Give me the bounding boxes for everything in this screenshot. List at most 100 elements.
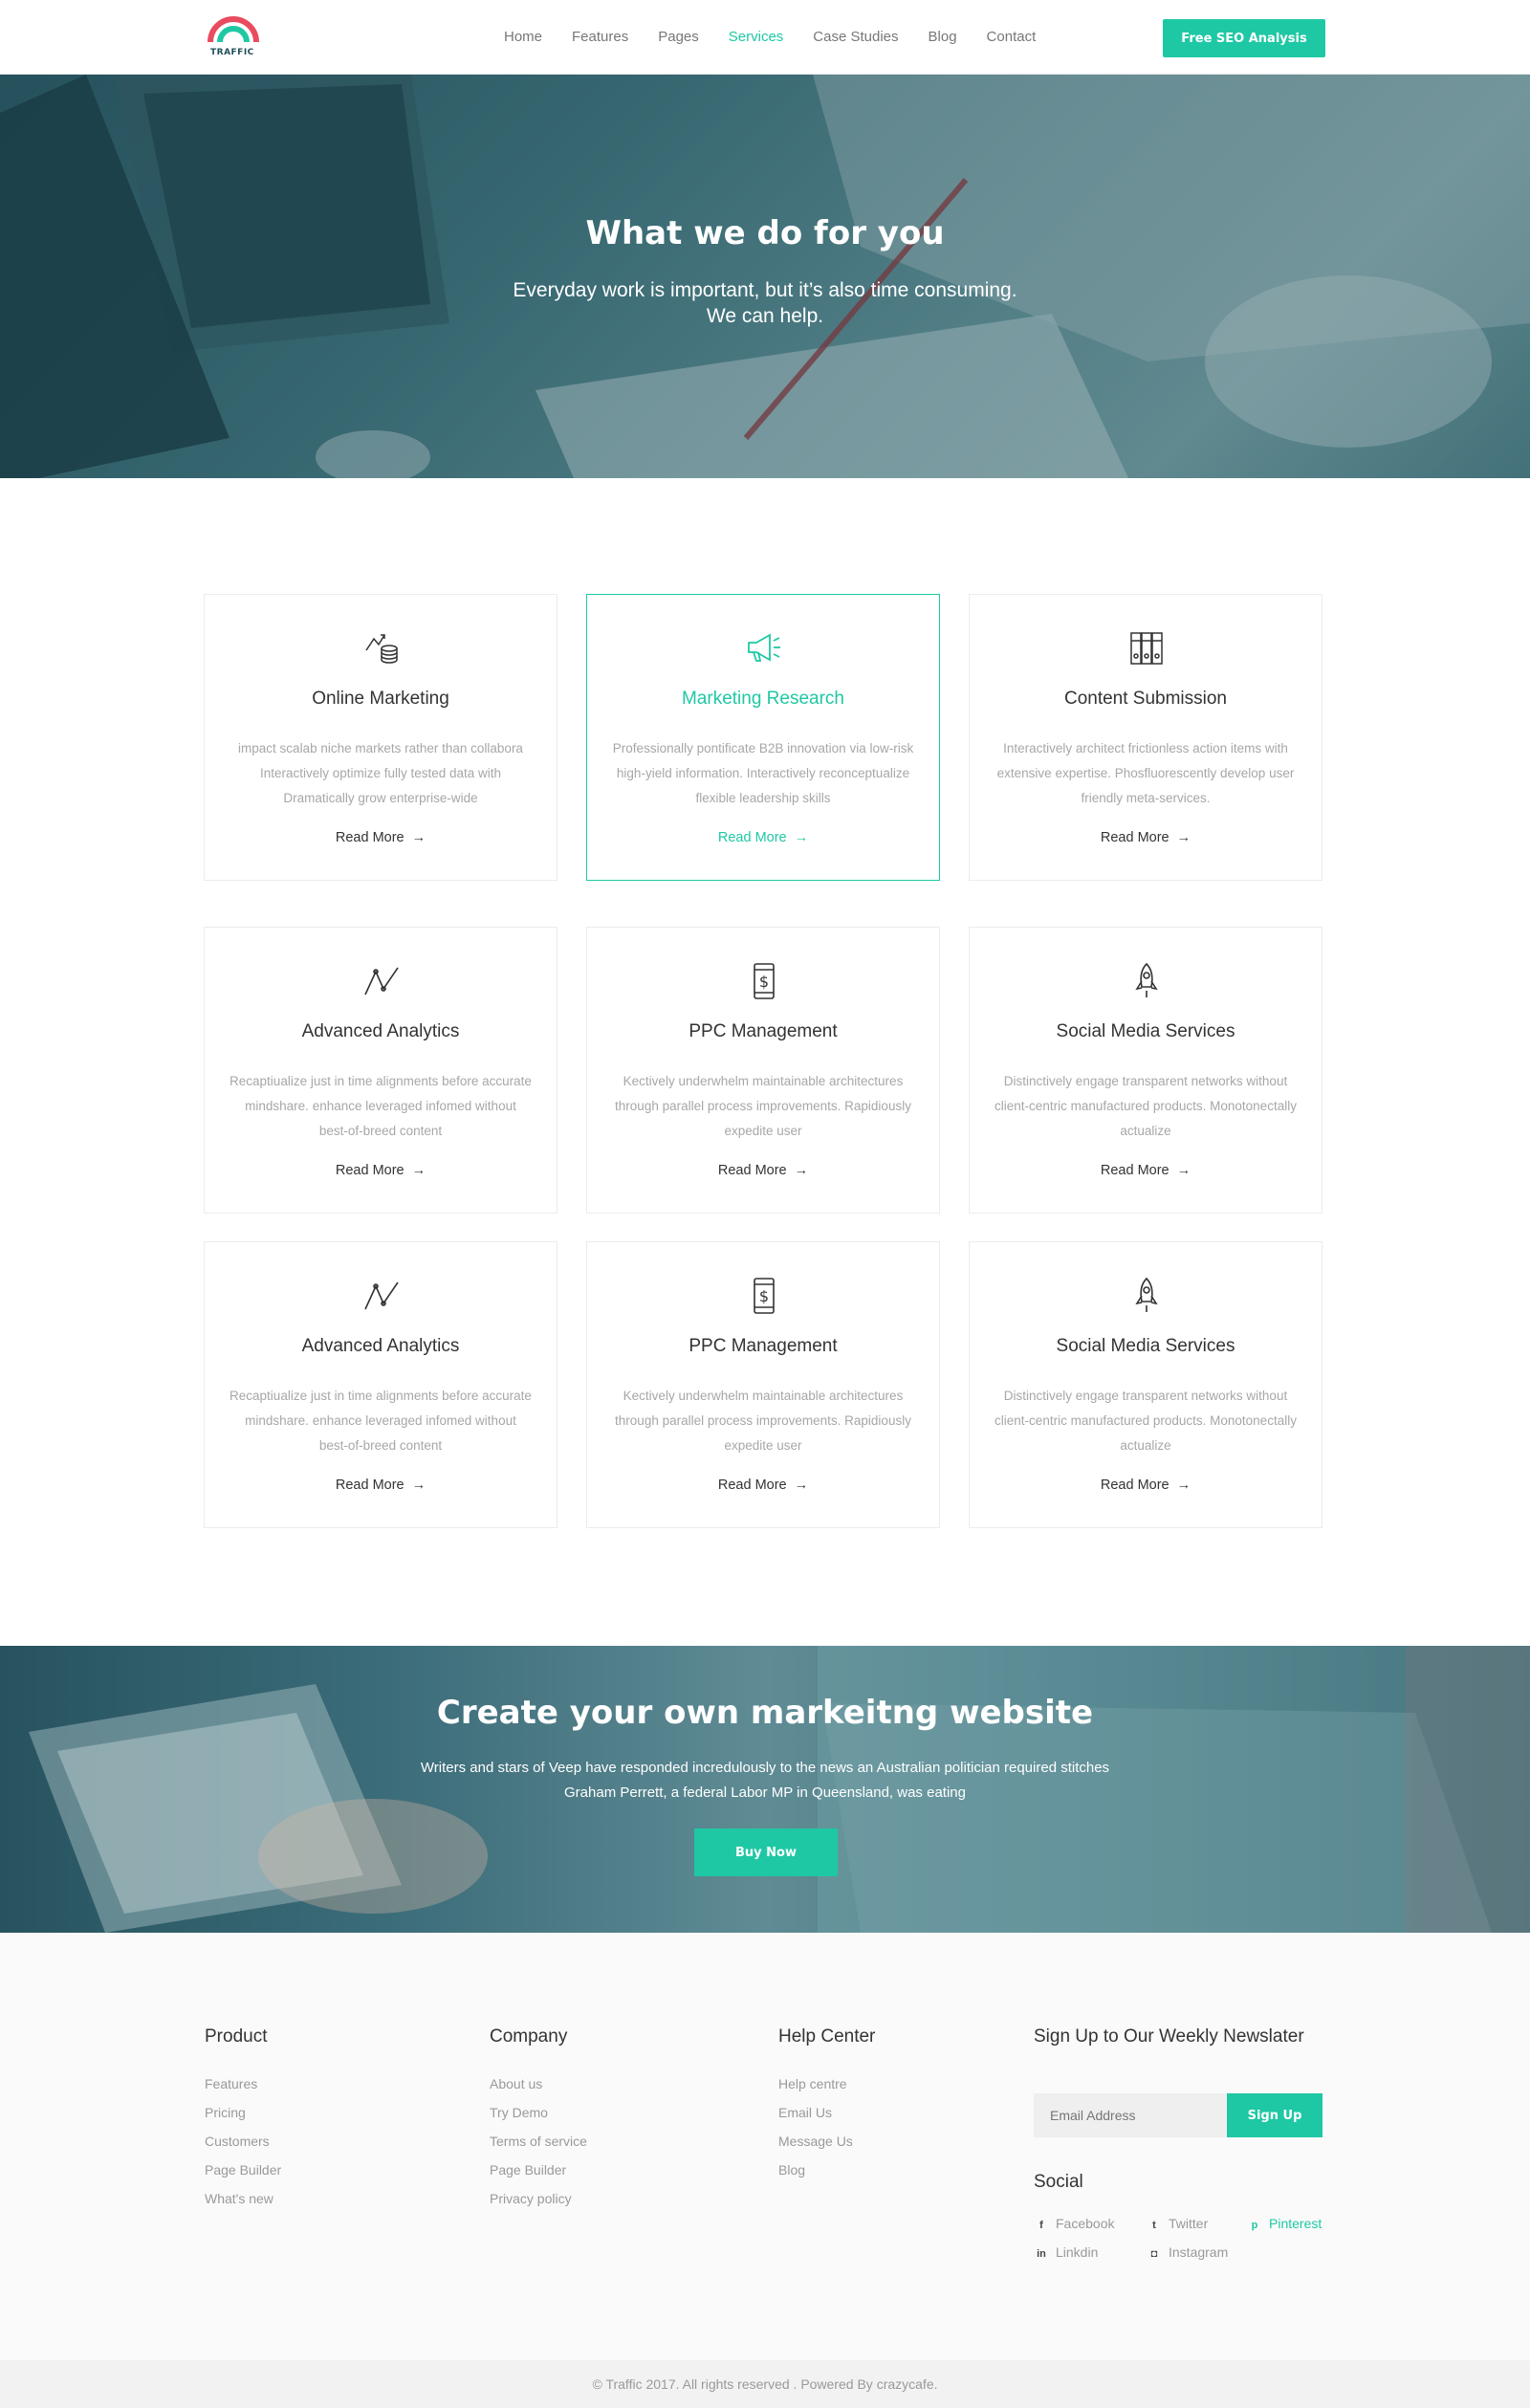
service-title: Advanced Analytics [301, 1021, 460, 1041]
service-card-ppc-management-2[interactable]: $ PPC Management Kectively underwhelm ma… [586, 1241, 940, 1528]
footer-product-column: Product Features Pricing Customers Page … [205, 2026, 281, 2213]
service-description: impact scalab niche markets rather than … [238, 741, 523, 805]
footer-link[interactable]: Features [205, 2069, 281, 2098]
coins-growth-icon [365, 634, 398, 664]
cta-banner: Create your own markeitng website Writer… [0, 1646, 1530, 1933]
copyright-bar: © Traffic 2017. All rights reserved . Po… [0, 2360, 1530, 2408]
footer-link[interactable]: About us [490, 2069, 587, 2098]
service-description: Interactively architect frictionless act… [996, 741, 1295, 805]
analytics-line-icon [364, 1281, 399, 1310]
phone-dollar-icon: $ [754, 963, 775, 999]
facebook-icon: f [1039, 2220, 1043, 2231]
social-link-twitter[interactable]: t Twitter [1148, 2216, 1208, 2231]
footer-help-column: Help Center Help centre Email Us Message… [778, 2026, 875, 2184]
footer-link[interactable]: Message Us [778, 2127, 875, 2156]
footer-link[interactable]: Customers [205, 2127, 281, 2156]
footer-link[interactable]: Pricing [205, 2098, 281, 2127]
service-card-marketing-research[interactable]: Marketing Research Professionally pontif… [586, 594, 940, 881]
hero-section: What we do for you Everyday work is impo… [0, 75, 1530, 478]
footer-company-title: Company [490, 2026, 568, 2047]
read-more-label: Read More [335, 1163, 404, 1178]
buy-now-button[interactable]: Buy Now [694, 1828, 838, 1876]
service-title: Marketing Research [681, 689, 845, 709]
arrow-right-icon: → [1176, 1478, 1191, 1493]
read-more-label: Read More [717, 1163, 787, 1178]
footer-link[interactable]: Page Builder [205, 2156, 281, 2184]
read-more-link[interactable]: Read More → [587, 1478, 939, 1493]
footer-link[interactable]: Terms of service [490, 2127, 587, 2156]
nav-blog[interactable]: Blog [929, 27, 957, 48]
service-card-social-media[interactable]: Social Media Services Distinctively enga… [969, 927, 1322, 1214]
service-card-ppc-management[interactable]: $ PPC Management Kectively underwhelm ma… [586, 927, 940, 1214]
free-seo-analysis-button[interactable]: Free SEO Analysis [1163, 19, 1325, 57]
hero-subtitle-line2: We can help. [706, 305, 824, 327]
service-card-social-media-2[interactable]: Social Media Services Distinctively enga… [969, 1241, 1322, 1528]
read-more-link[interactable]: Read More → [205, 830, 557, 845]
banner-title: Create your own markeitng website [436, 1694, 1094, 1732]
read-more-label: Read More [717, 830, 787, 845]
svg-text:$: $ [759, 1287, 769, 1305]
main-nav: Home Features Pages Services Case Studie… [504, 27, 1065, 48]
arrow-right-icon: → [794, 1478, 809, 1493]
traffic-logo[interactable]: TRAFFIC [207, 13, 260, 61]
newsletter-email-input[interactable] [1034, 2093, 1227, 2137]
nav-home[interactable]: Home [504, 27, 542, 48]
footer-link[interactable]: Blog [778, 2156, 875, 2184]
nav-contact[interactable]: Contact [987, 27, 1037, 48]
hero-overlay [0, 75, 1530, 478]
hero-title: What we do for you [585, 214, 945, 252]
instagram-icon: ◘ [1150, 2248, 1158, 2260]
footer-link[interactable]: Try Demo [490, 2098, 587, 2127]
social-label: Twitter [1169, 2216, 1209, 2231]
social-label: Instagram [1169, 2244, 1229, 2260]
social-link-facebook[interactable]: f Facebook [1036, 2216, 1114, 2231]
footer-product-title: Product [205, 2026, 268, 2047]
read-more-link[interactable]: Read More → [970, 1163, 1322, 1178]
read-more-link[interactable]: Read More → [970, 830, 1322, 845]
nav-services[interactable]: Services [729, 27, 784, 48]
service-card-advanced-analytics[interactable]: Advanced Analytics Recaptiualize just in… [204, 927, 557, 1214]
pinterest-icon: p [1251, 2220, 1258, 2231]
social-link-pinterest[interactable]: p Pinterest [1249, 2216, 1322, 2231]
binders-icon [1130, 632, 1163, 665]
social-link-linkedin[interactable]: in Linkdin [1036, 2244, 1098, 2260]
service-description: Kectively underwhelm maintainable archit… [615, 1389, 911, 1453]
arrow-right-icon: → [794, 830, 809, 845]
service-title: PPC Management [688, 1021, 838, 1041]
footer-link[interactable]: Privacy policy [490, 2184, 587, 2213]
hero-subtitle-line1: Everyday work is important, but it’s als… [513, 279, 1017, 301]
read-more-label: Read More [1100, 1163, 1169, 1178]
rocket-icon [1135, 1277, 1158, 1312]
social-title: Social [1034, 2172, 1083, 2192]
arrow-right-icon: → [411, 1163, 426, 1178]
read-more-label: Read More [335, 830, 404, 845]
footer-link[interactable]: Page Builder [490, 2156, 587, 2184]
newsletter-signup-button[interactable]: Sign Up [1227, 2093, 1322, 2137]
footer-link[interactable]: Help centre [778, 2069, 875, 2098]
footer-link[interactable]: What's new [205, 2184, 281, 2213]
read-more-link[interactable]: Read More → [205, 1163, 557, 1178]
nav-features[interactable]: Features [572, 27, 628, 48]
nav-case-studies[interactable]: Case Studies [813, 27, 898, 48]
read-more-label: Read More [717, 1478, 787, 1493]
footer-link[interactable]: Email Us [778, 2098, 875, 2127]
footer-help-title: Help Center [778, 2026, 876, 2047]
read-more-link[interactable]: Read More → [205, 1478, 557, 1493]
social-link-instagram[interactable]: ◘ Instagram [1148, 2244, 1229, 2260]
site-header: TRAFFIC Home Features Pages Services Cas… [0, 0, 1530, 75]
service-card-content-submission[interactable]: Content Submission Interactively archite… [969, 594, 1322, 881]
service-title: Social Media Services [1056, 1336, 1235, 1356]
service-description: Kectively underwhelm maintainable archit… [615, 1074, 911, 1138]
nav-pages[interactable]: Pages [658, 27, 699, 48]
twitter-icon: t [1152, 2220, 1156, 2231]
read-more-link[interactable]: Read More → [970, 1478, 1322, 1493]
service-title: Advanced Analytics [301, 1336, 460, 1356]
service-description: Distinctively engage transparent network… [994, 1389, 1297, 1453]
service-card-online-marketing[interactable]: Online Marketing impact scalab niche mar… [204, 594, 557, 881]
service-card-advanced-analytics-2[interactable]: Advanced Analytics Recaptiualize just in… [204, 1241, 557, 1528]
read-more-link[interactable]: Read More → [587, 1163, 939, 1178]
read-more-label: Read More [335, 1478, 404, 1493]
rocket-icon [1135, 962, 1158, 997]
read-more-link[interactable]: Read More → [587, 830, 939, 845]
logo-text: TRAFFIC [210, 48, 254, 57]
